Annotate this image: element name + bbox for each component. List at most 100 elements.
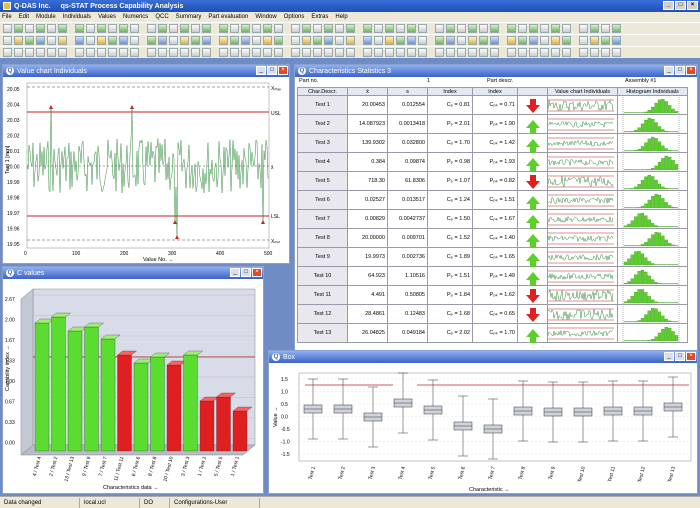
toolbar-button[interactable]	[147, 36, 156, 45]
toolbar-button[interactable]	[363, 24, 372, 33]
toolbar-button[interactable]	[479, 24, 488, 33]
toolbar-button[interactable]	[130, 48, 139, 57]
toolbar-button[interactable]	[75, 36, 84, 45]
box-plot-window[interactable]: Q Box _ □ × Value → Characteristic → 1.5 1.…	[268, 350, 698, 494]
toolbar-button[interactable]	[518, 48, 527, 57]
toolbar-button[interactable]	[58, 48, 67, 57]
menu-qcc[interactable]: QCC	[155, 14, 168, 20]
toolbar-button[interactable]	[302, 48, 311, 57]
toolbar-button[interactable]	[219, 48, 228, 57]
toolbar-button[interactable]	[479, 36, 488, 45]
window-close-button[interactable]: ×	[252, 268, 262, 277]
toolbar-button[interactable]	[374, 24, 383, 33]
window-minimize-button[interactable]: _	[664, 66, 674, 75]
toolbar-button[interactable]	[252, 36, 261, 45]
toolbar-button[interactable]	[363, 36, 372, 45]
toolbar-button[interactable]	[507, 24, 516, 33]
toolbar-button[interactable]	[75, 48, 84, 57]
col-header-histogram[interactable]: Histogram Individuals	[617, 87, 688, 96]
toolbar-button[interactable]	[579, 24, 588, 33]
toolbar-button[interactable]	[108, 36, 117, 45]
toolbar-button[interactable]	[3, 24, 12, 33]
toolbar-button[interactable]	[202, 48, 211, 57]
toolbar-button[interactable]	[324, 48, 333, 57]
toolbar-button[interactable]	[540, 48, 549, 57]
toolbar-button[interactable]	[14, 48, 23, 57]
toolbar-button[interactable]	[363, 48, 372, 57]
toolbar-button[interactable]	[219, 24, 228, 33]
col-header-index2[interactable]: Index	[472, 87, 518, 96]
window-minimize-button[interactable]: _	[230, 268, 240, 277]
toolbar-button[interactable]	[263, 48, 272, 57]
toolbar-button[interactable]	[579, 36, 588, 45]
toolbar-button[interactable]	[346, 48, 355, 57]
table-row[interactable]: Test 13 26.04825 0.049184 Cₚ = 2.02 Cₚₖ = 1.…	[297, 323, 688, 343]
toolbar-button[interactable]	[25, 48, 34, 57]
toolbar-button[interactable]	[191, 48, 200, 57]
value-chart-window[interactable]: Q Value chart Individuals _ □ × Test 1 [mm…	[2, 64, 290, 264]
toolbar-button[interactable]	[612, 36, 621, 45]
toolbar-button[interactable]	[562, 36, 571, 45]
toolbar-button[interactable]	[169, 48, 178, 57]
toolbar-button[interactable]	[119, 36, 128, 45]
toolbar-button[interactable]	[241, 24, 250, 33]
toolbar-button[interactable]	[14, 36, 23, 45]
toolbar-button[interactable]	[590, 36, 599, 45]
toolbar-button[interactable]	[97, 48, 106, 57]
toolbar-button[interactable]	[457, 36, 466, 45]
table-row[interactable]: Test 10 64.923 1.10516 Pₚ = 1.51 Pₚₖ = 1.49	[297, 266, 688, 286]
toolbar-button[interactable]	[274, 48, 283, 57]
toolbar-button[interactable]	[551, 24, 560, 33]
toolbar-button[interactable]	[147, 48, 156, 57]
menu-numerics[interactable]: Numerics	[123, 14, 148, 20]
toolbar-button[interactable]	[130, 36, 139, 45]
table-row[interactable]: Test 12 28.4861 0.12483 Cₚ = 1.68 Cₚₖ = 0.65	[297, 304, 688, 324]
toolbar-button[interactable]	[119, 48, 128, 57]
toolbar-button[interactable]	[529, 24, 538, 33]
toolbar-button[interactable]	[490, 36, 499, 45]
menu-file[interactable]: File	[2, 14, 12, 20]
toolbar-button[interactable]	[468, 24, 477, 33]
toolbar-button[interactable]	[36, 24, 45, 33]
window-maximize-button[interactable]: □	[675, 66, 685, 75]
toolbar-button[interactable]	[490, 48, 499, 57]
toolbar-button[interactable]	[274, 36, 283, 45]
toolbar-button[interactable]	[202, 36, 211, 45]
toolbar-button[interactable]	[291, 36, 300, 45]
toolbar-button[interactable]	[169, 36, 178, 45]
table-row[interactable]: Test 1 20.00453 0.012554 Cₚ = 0.81 Cₚₖ = 0.7…	[297, 95, 688, 115]
toolbar-button[interactable]	[291, 48, 300, 57]
toolbar-button[interactable]	[97, 36, 106, 45]
value-chart-titlebar[interactable]: Q Value chart Individuals _ □ ×	[3, 65, 289, 77]
toolbar-button[interactable]	[435, 36, 444, 45]
toolbar-button[interactable]	[108, 48, 117, 57]
window-maximize-button[interactable]: □	[241, 268, 251, 277]
toolbar-button[interactable]	[47, 24, 56, 33]
toolbar-button[interactable]	[219, 36, 228, 45]
col-header-index1[interactable]: Index	[427, 87, 473, 96]
toolbar-button[interactable]	[97, 24, 106, 33]
col-header-char[interactable]: Char.Descr.	[297, 87, 348, 96]
toolbar-button[interactable]	[529, 48, 538, 57]
window-maximize-button[interactable]: □	[675, 352, 685, 361]
toolbar-button[interactable]	[130, 24, 139, 33]
menu-module[interactable]: Module	[36, 14, 56, 20]
window-minimize-button[interactable]: _	[256, 66, 266, 75]
window-close-button[interactable]: ×	[686, 66, 696, 75]
toolbar-button[interactable]	[3, 36, 12, 45]
toolbar-button[interactable]	[446, 48, 455, 57]
toolbar-button[interactable]	[396, 24, 405, 33]
toolbar-button[interactable]	[435, 48, 444, 57]
toolbar-button[interactable]	[490, 24, 499, 33]
toolbar-button[interactable]	[601, 48, 610, 57]
toolbar-button[interactable]	[457, 24, 466, 33]
table-row[interactable]: Test 9 19.9973 0.002736 Cₚ = 1.89 Cₚₖ = 1.65	[297, 247, 688, 267]
toolbar-button[interactable]	[313, 48, 322, 57]
statistics-titlebar[interactable]: Q Characteristics Statistics 3 _ □ ×	[295, 65, 697, 77]
menu-edit[interactable]: Edit	[19, 14, 29, 20]
table-row[interactable]: Test 7 0.00829 0.0042737 Cₚ = 1.50 Cₚₖ = 1.6…	[297, 209, 688, 229]
toolbar-button[interactable]	[446, 36, 455, 45]
toolbar-button[interactable]	[202, 24, 211, 33]
table-row[interactable]: Test 2 14.087923 0.0013418 Pₚ = 2.01 Pₚₖ = 1…	[297, 114, 688, 134]
toolbar-button[interactable]	[346, 36, 355, 45]
